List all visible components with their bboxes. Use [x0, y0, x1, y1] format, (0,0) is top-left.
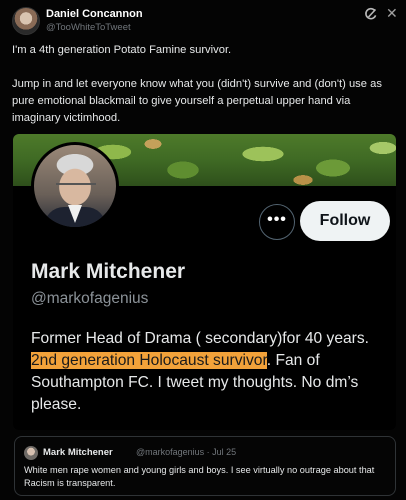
post-text: I'm a 4th generation Potato Famine survi…	[12, 42, 398, 127]
profile-handle: @markofagenius	[31, 290, 149, 307]
quoted-tweet[interactable]: Mark Mitchener @markofagenius · Jul 25 W…	[14, 436, 396, 496]
quote-handle-date: @markofagenius · Jul 25	[136, 447, 237, 457]
bio-text: Former Head of Drama ( secondary)for 40 …	[31, 330, 369, 347]
post-paragraph: I'm a 4th generation Potato Famine survi…	[12, 44, 232, 56]
quote-text: White men rape women and young girls and…	[24, 465, 375, 488]
post-paragraph: Jump in and let everyone know what you (…	[12, 78, 382, 124]
author-avatar[interactable]	[12, 7, 40, 35]
profile-bio: Former Head of Drama ( secondary)for 40 …	[31, 328, 393, 416]
grok-icon[interactable]	[364, 7, 378, 21]
quote-author-name: Mark Mitchener	[43, 447, 113, 458]
profile-photo	[31, 142, 119, 230]
close-icon[interactable]: ✕	[386, 5, 398, 21]
bio-highlight: 2nd generation Holocaust survivor	[31, 352, 267, 369]
follow-button[interactable]: Follow	[300, 201, 390, 241]
more-options-button[interactable]: •••	[259, 204, 295, 240]
quote-avatar	[24, 446, 38, 460]
post: Daniel Concannon @TooWhiteToTweet ✕ I'm …	[0, 0, 406, 500]
embedded-screenshot[interactable]: ••• Follow Mark Mitchener @markofagenius…	[13, 134, 396, 430]
author-handle[interactable]: @TooWhiteToTweet	[46, 22, 131, 33]
profile-name: Mark Mitchener	[31, 260, 186, 283]
author-name[interactable]: Daniel Concannon	[46, 8, 143, 20]
photo-glasses	[56, 183, 96, 195]
